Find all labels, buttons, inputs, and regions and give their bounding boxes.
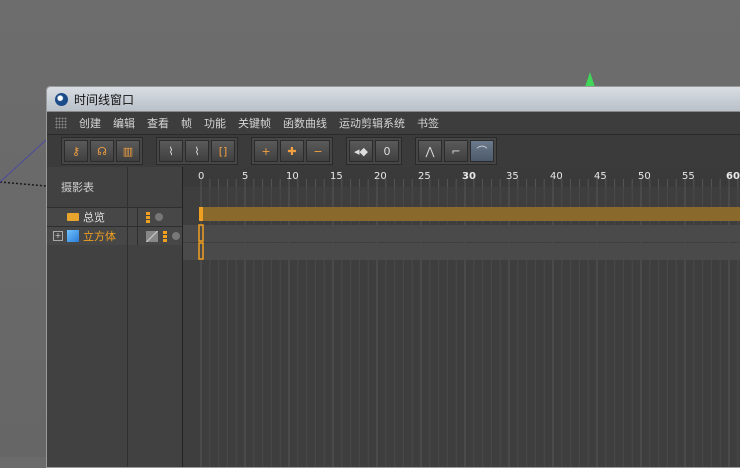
- ruler-label-50: 50: [638, 171, 651, 182]
- timeline-graph: 0 5 10 15 20 25 30 35 40 45 50 55 60: [183, 167, 740, 467]
- toolbar-group-zero: ◂◆ 0: [346, 137, 402, 165]
- motion-mode-button[interactable]: ☊: [90, 140, 114, 162]
- menu-functions[interactable]: 功能: [204, 115, 226, 131]
- folder-icon: [67, 213, 79, 221]
- mute-icon[interactable]: [146, 230, 158, 242]
- ruler-label-55: 55: [682, 171, 695, 182]
- current-frame-marker: [199, 207, 203, 221]
- grip-icon[interactable]: [55, 117, 67, 129]
- ruler-label-30: 30: [462, 171, 476, 182]
- curve-snap-button[interactable]: ⌇: [159, 140, 183, 162]
- key-zero-button[interactable]: ◂◆: [349, 140, 373, 162]
- toolbar-group-keys: + ✚ −: [251, 137, 333, 165]
- menu-motion-system[interactable]: 运动剪辑系统: [339, 115, 405, 131]
- track-label: 总览: [83, 211, 105, 224]
- menu-frame[interactable]: 帧: [181, 115, 192, 131]
- step-button[interactable]: ⌐: [444, 140, 468, 162]
- ruler-label-10: 10: [286, 171, 299, 182]
- curve-snap-2-button[interactable]: ⌇: [185, 140, 209, 162]
- ruler-label-15: 15: [330, 171, 343, 182]
- ruler-label-0: 0: [198, 171, 204, 182]
- cube-icon: [67, 230, 79, 242]
- ruler-label-45: 45: [594, 171, 607, 182]
- menu-keyframes[interactable]: 关键帧: [238, 115, 271, 131]
- menu-edit[interactable]: 编辑: [113, 115, 135, 131]
- menu-create[interactable]: 创建: [79, 115, 101, 131]
- title-bar[interactable]: 时间线窗口: [47, 87, 740, 112]
- toolbar-group-interp: ⋀ ⌐ ⌒: [415, 137, 497, 165]
- menu-view[interactable]: 查看: [147, 115, 169, 131]
- track-row-cube[interactable]: + 立方体: [47, 226, 182, 245]
- lock-icon[interactable]: [146, 211, 150, 223]
- dopesheet-label: 摄影表: [61, 181, 94, 194]
- lock-icon[interactable]: [163, 230, 167, 242]
- cinema4d-icon: [55, 92, 68, 106]
- add-key-button[interactable]: +: [254, 140, 278, 162]
- summary-bar: [201, 207, 740, 221]
- track-label: 立方体: [83, 230, 116, 243]
- key-mode-button[interactable]: ⚷: [64, 140, 88, 162]
- linear-button[interactable]: ⋀: [418, 140, 442, 162]
- ruler-label-5: 5: [242, 171, 248, 182]
- value-zero-button[interactable]: 0: [375, 140, 399, 162]
- track-row-cube-bg: [183, 243, 740, 260]
- toolbar-group-snap: ⌇ ⌇ []: [156, 137, 238, 165]
- bracket-button[interactable]: []: [211, 140, 235, 162]
- toolbar: ⚷ ☊ ▥ ⌇ ⌇ [] + ✚ − ◂◆ 0 ⋀ ⌐ ⌒: [47, 135, 740, 168]
- track-row-overview-bg: [183, 225, 740, 242]
- dopesheet-area[interactable]: 0 5 10 15 20 25 30 35 40 45 50 55 60: [183, 167, 740, 467]
- timeline-content: 摄影表 总览 + 立方体 0 5 10 15 20 25 30 35 40 45…: [47, 167, 740, 467]
- toolbar-group-mode: ⚷ ☊ ▥: [61, 137, 143, 165]
- ruler-label-35: 35: [506, 171, 519, 182]
- solo-dot-icon[interactable]: [172, 232, 180, 240]
- ruler-label-20: 20: [374, 171, 387, 182]
- ruler-label-40: 40: [550, 171, 563, 182]
- spline-button[interactable]: ⌒: [470, 140, 494, 162]
- add-keys-button[interactable]: ✚: [280, 140, 304, 162]
- solo-dot-icon[interactable]: [155, 213, 163, 221]
- timeline-window[interactable]: 时间线窗口 创建 编辑 查看 帧 功能 关键帧 函数曲线 运动剪辑系统 书签 ⚷…: [46, 86, 740, 468]
- window-title: 时间线窗口: [74, 92, 135, 107]
- menu-bookmarks[interactable]: 书签: [417, 115, 439, 131]
- film-mode-button[interactable]: ▥: [116, 140, 140, 162]
- menu-bar: 创建 编辑 查看 帧 功能 关键帧 函数曲线 运动剪辑系统 书签: [47, 112, 740, 135]
- track-list-panel: 摄影表 总览 + 立方体: [47, 167, 183, 467]
- remove-key-button[interactable]: −: [306, 140, 330, 162]
- expand-icon[interactable]: +: [53, 231, 63, 241]
- track-row-overview[interactable]: 总览: [47, 207, 182, 226]
- ruler-label-25: 25: [418, 171, 431, 182]
- menu-f-curves[interactable]: 函数曲线: [283, 115, 327, 131]
- ruler-label-60: 60: [726, 171, 740, 182]
